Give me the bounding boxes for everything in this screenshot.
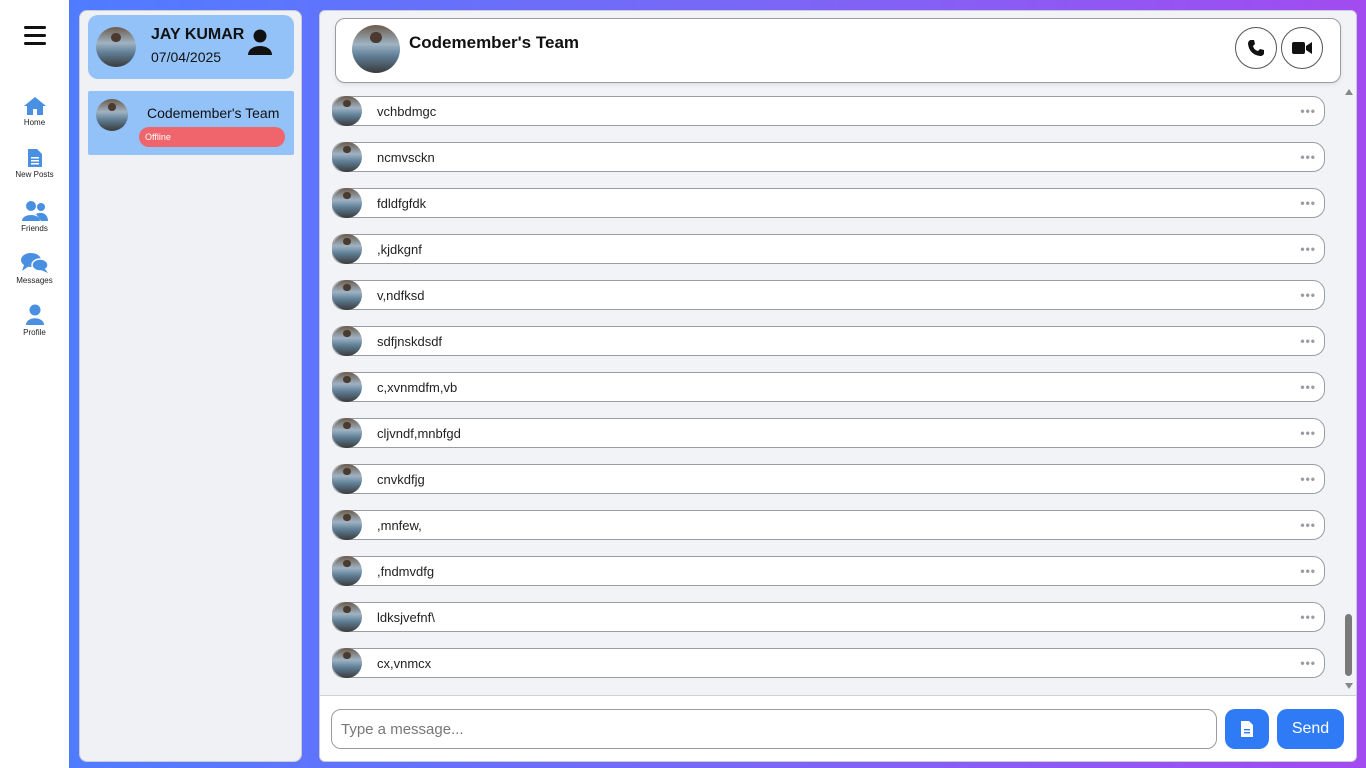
chat-title: Codemember's Team bbox=[409, 33, 580, 52]
more-options-icon[interactable]: ••• bbox=[1300, 196, 1316, 210]
voice-call-button[interactable] bbox=[1235, 27, 1277, 69]
nav-label-messages: Messages bbox=[16, 276, 53, 285]
profile-person-icon[interactable] bbox=[248, 29, 272, 55]
contacts-sidebar: JAY KUMAR 07/04/2025 Codemember's Team O… bbox=[79, 10, 302, 762]
message-item: cx,vnmcx ••• bbox=[332, 648, 1325, 678]
nav-item-home[interactable]: Home bbox=[0, 96, 69, 127]
more-options-icon[interactable]: ••• bbox=[1300, 564, 1316, 578]
user-date: 07/04/2025 bbox=[151, 49, 222, 65]
more-options-icon[interactable]: ••• bbox=[1300, 380, 1316, 394]
message-text: ,kjdkgnf bbox=[377, 242, 422, 257]
contact-avatar bbox=[96, 99, 128, 131]
message-item: ,mnfew, ••• bbox=[332, 510, 1325, 540]
message-item: c,xvnmdfm,vb ••• bbox=[332, 372, 1325, 402]
users-icon bbox=[21, 201, 48, 221]
message-text: sdfjnskdsdf bbox=[377, 334, 443, 349]
message-avatar bbox=[332, 602, 362, 632]
message-avatar bbox=[332, 234, 362, 264]
contact-name: Codemember's Team bbox=[147, 105, 280, 121]
message-item: cljvndf,mnbfgd ••• bbox=[332, 418, 1325, 448]
more-options-icon[interactable]: ••• bbox=[1300, 518, 1316, 532]
message-text: cx,vnmcx bbox=[377, 656, 432, 671]
scroll-down-arrow-icon[interactable] bbox=[1345, 683, 1353, 689]
message-avatar bbox=[332, 556, 362, 586]
current-user-card: JAY KUMAR 07/04/2025 bbox=[88, 15, 294, 79]
more-options-icon[interactable]: ••• bbox=[1300, 472, 1316, 486]
video-camera-icon bbox=[1292, 42, 1312, 54]
user-name: JAY KUMAR bbox=[151, 26, 245, 43]
home-icon bbox=[23, 97, 46, 115]
message-avatar bbox=[332, 648, 362, 678]
message-text: ncmvsckn bbox=[377, 150, 435, 165]
contact-item[interactable]: Codemember's Team Offline bbox=[88, 91, 294, 155]
message-text: fdldfgfdk bbox=[377, 196, 427, 211]
nav-item-messages[interactable]: Messages bbox=[0, 252, 69, 285]
more-options-icon[interactable]: ••• bbox=[1300, 426, 1316, 440]
message-avatar bbox=[332, 96, 362, 126]
left-nav: Home New Posts Friends Messages Profile bbox=[0, 0, 69, 768]
chat-bubbles-icon bbox=[20, 253, 49, 273]
message-item: v,ndfksd ••• bbox=[332, 280, 1325, 310]
video-call-button[interactable] bbox=[1281, 27, 1323, 69]
message-avatar bbox=[332, 142, 362, 172]
message-text: v,ndfksd bbox=[377, 288, 425, 303]
message-scrollbar[interactable] bbox=[1343, 87, 1355, 691]
user-avatar bbox=[96, 27, 136, 67]
message-text: vchbdmgc bbox=[377, 104, 437, 119]
message-text: ,mnfew, bbox=[377, 518, 422, 533]
message-item: cnvkdfjg ••• bbox=[332, 464, 1325, 494]
nav-item-profile[interactable]: Profile bbox=[0, 304, 69, 337]
phone-icon bbox=[1248, 40, 1264, 56]
more-options-icon[interactable]: ••• bbox=[1300, 334, 1316, 348]
message-text: ldksjvefnf\ bbox=[377, 610, 435, 625]
message-avatar bbox=[332, 188, 362, 218]
message-avatar bbox=[332, 418, 362, 448]
document-icon bbox=[27, 149, 42, 167]
message-item: vchbdmgc ••• bbox=[332, 96, 1325, 126]
file-icon bbox=[1241, 721, 1253, 737]
message-item: ldksjvefnf\ ••• bbox=[332, 602, 1325, 632]
chat-panel: Codemember's Team vchbdmgc ••• ncmvsckn ••… bbox=[319, 10, 1357, 762]
message-item: fdldfgfdk ••• bbox=[332, 188, 1325, 218]
message-avatar bbox=[332, 326, 362, 356]
message-input[interactable] bbox=[331, 709, 1217, 749]
scroll-thumb[interactable] bbox=[1345, 614, 1352, 676]
attach-file-button[interactable] bbox=[1225, 709, 1269, 749]
message-avatar bbox=[332, 510, 362, 540]
nav-item-friends[interactable]: Friends bbox=[0, 200, 69, 233]
message-item: sdfjnskdsdf ••• bbox=[332, 326, 1325, 356]
message-composer: Send bbox=[320, 695, 1356, 761]
chat-header: Codemember's Team bbox=[335, 18, 1341, 83]
send-button[interactable]: Send bbox=[1277, 709, 1344, 749]
message-text: c,xvnmdfm,vb bbox=[377, 380, 458, 395]
nav-label-profile: Profile bbox=[23, 328, 46, 337]
message-avatar bbox=[332, 464, 362, 494]
nav-label-friends: Friends bbox=[21, 224, 48, 233]
nav-label-new-posts: New Posts bbox=[15, 170, 54, 179]
more-options-icon[interactable]: ••• bbox=[1300, 610, 1316, 624]
status-badge: Offline bbox=[139, 127, 285, 147]
chat-avatar bbox=[352, 25, 400, 73]
message-item: ncmvsckn ••• bbox=[332, 142, 1325, 172]
nav-label-home: Home bbox=[23, 118, 46, 127]
message-avatar bbox=[332, 372, 362, 402]
message-item: ,kjdkgnf ••• bbox=[332, 234, 1325, 264]
more-options-icon[interactable]: ••• bbox=[1300, 104, 1316, 118]
more-options-icon[interactable]: ••• bbox=[1300, 150, 1316, 164]
message-text: cnvkdfjg bbox=[377, 472, 425, 487]
message-avatar bbox=[332, 280, 362, 310]
message-list: vchbdmgc ••• ncmvsckn ••• fdldfgfdk ••• ,kj… bbox=[332, 95, 1338, 695]
message-text: cljvndf,mnbfgd bbox=[377, 426, 461, 441]
user-icon bbox=[25, 304, 44, 325]
more-options-icon[interactable]: ••• bbox=[1300, 288, 1316, 302]
nav-item-new-posts[interactable]: New Posts bbox=[0, 148, 69, 179]
message-item: ,fndmvdfg ••• bbox=[332, 556, 1325, 586]
scroll-up-arrow-icon[interactable] bbox=[1345, 89, 1353, 95]
more-options-icon[interactable]: ••• bbox=[1300, 242, 1316, 256]
more-options-icon[interactable]: ••• bbox=[1300, 656, 1316, 670]
hamburger-menu-icon[interactable] bbox=[24, 26, 46, 46]
message-text: ,fndmvdfg bbox=[377, 564, 435, 579]
